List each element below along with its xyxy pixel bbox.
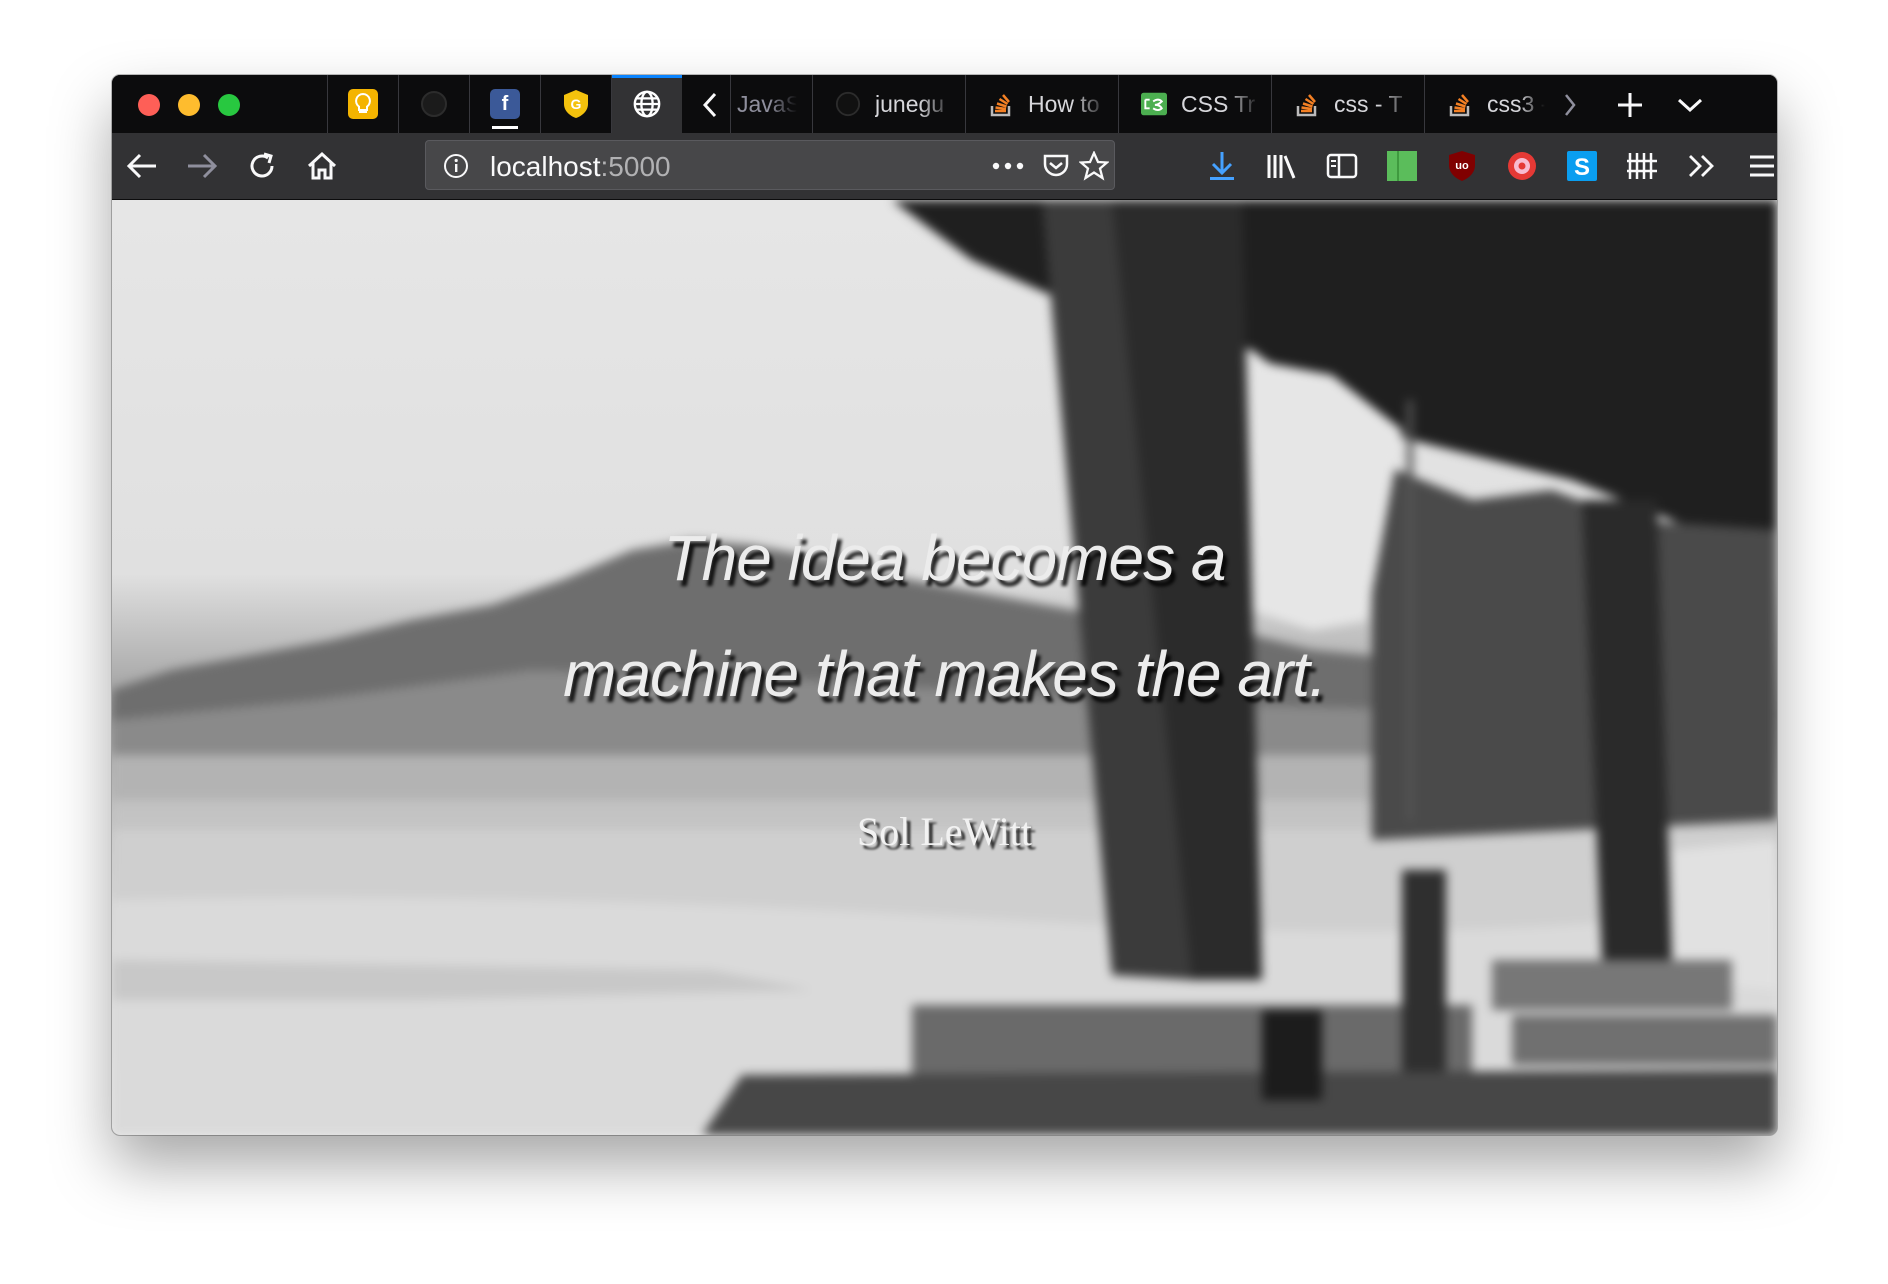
globe-icon — [632, 89, 662, 119]
back-button[interactable] — [122, 146, 162, 186]
navigation-toolbar: localhost:5000 uo S — [112, 133, 1777, 200]
tab-title: css - T — [1334, 90, 1403, 117]
svg-text:uo: uo — [1455, 160, 1469, 172]
page-content: The idea becomes a machine that makes th… — [112, 200, 1777, 1135]
menu-icon[interactable] — [1742, 146, 1777, 186]
stackoverflow-icon — [988, 91, 1014, 117]
ublock-icon[interactable]: uo — [1442, 146, 1482, 186]
tab-title: css3 - — [1487, 90, 1545, 117]
tab-css-tricks[interactable]: CSS Tr — [1118, 75, 1271, 133]
popcorn-icon[interactable] — [1502, 146, 1542, 186]
list-all-tabs-button[interactable] — [1670, 85, 1710, 125]
pinned-tab-lightbulb[interactable] — [327, 75, 398, 133]
download-icon[interactable] — [1202, 146, 1242, 186]
home-button[interactable] — [302, 146, 342, 186]
library-icon[interactable] — [1262, 146, 1302, 186]
quote-line-1: The idea becomes a — [663, 522, 1227, 594]
quote-author: Sol LeWitt — [856, 809, 1033, 854]
svg-text:S: S — [1574, 154, 1590, 181]
tab-title: JavaSc — [737, 90, 797, 117]
window-maximize-button[interactable] — [218, 94, 240, 116]
browser-window: f G JavaSc junegu — [112, 75, 1777, 1135]
css3-icon — [1141, 91, 1167, 117]
url-bar[interactable]: localhost:5000 — [425, 140, 1115, 190]
facebook-icon: f — [490, 89, 520, 119]
pinned-tab-facebook[interactable]: f — [469, 75, 540, 133]
tab-junegu[interactable]: junegu — [812, 75, 965, 133]
quote-text: The idea becomes a machine that makes th… — [112, 500, 1777, 732]
url-port: :5000 — [600, 151, 671, 182]
lightbulb-icon — [348, 89, 378, 119]
forward-button[interactable] — [182, 146, 222, 186]
tabs-scroll-left-button[interactable] — [690, 85, 730, 125]
site-info-icon[interactable] — [436, 146, 476, 186]
bookmark-star-icon[interactable] — [1074, 146, 1114, 186]
tab-title: How to — [1028, 90, 1100, 117]
github-icon — [419, 89, 449, 119]
quote-line-2: machine that makes the art. — [563, 638, 1327, 710]
window-minimize-button[interactable] — [178, 94, 200, 116]
tabs-scroll-right-button[interactable] — [1550, 85, 1590, 125]
reload-button[interactable] — [242, 146, 282, 186]
pinned-tab-active-globe[interactable] — [611, 75, 682, 133]
tab-title: CSS Tr — [1181, 90, 1256, 117]
pinned-tab-github[interactable] — [398, 75, 469, 133]
new-tab-button[interactable] — [1610, 85, 1650, 125]
overflow-icon[interactable] — [1682, 146, 1722, 186]
extension-green-icon[interactable] — [1382, 146, 1422, 186]
window-close-button[interactable] — [138, 94, 160, 116]
tab-title: junegu — [875, 90, 945, 117]
tab-css[interactable]: css - T — [1271, 75, 1424, 133]
tab-strip: f G JavaSc junegu — [112, 75, 1777, 133]
grid-icon[interactable] — [1622, 146, 1662, 186]
skype-icon[interactable]: S — [1562, 146, 1602, 186]
tab-javascript[interactable]: JavaSc — [730, 75, 812, 133]
tab-how-to[interactable]: How to — [965, 75, 1118, 133]
url-text[interactable]: localhost:5000 — [490, 151, 671, 183]
page-actions-icon[interactable] — [988, 146, 1028, 186]
stackoverflow-icon — [1447, 91, 1473, 117]
pinned-tab-grammarly[interactable]: G — [540, 75, 611, 133]
url-host: localhost — [490, 151, 601, 182]
svg-text:G: G — [571, 96, 582, 112]
stackoverflow-icon — [1294, 91, 1320, 117]
tab-css3[interactable]: css3 - — [1424, 75, 1545, 133]
github-icon — [835, 91, 861, 117]
sidebar-icon[interactable] — [1322, 146, 1362, 186]
grammarly-icon: G — [561, 89, 591, 119]
tab-sound-indicator — [492, 126, 518, 129]
pocket-icon[interactable] — [1036, 146, 1076, 186]
